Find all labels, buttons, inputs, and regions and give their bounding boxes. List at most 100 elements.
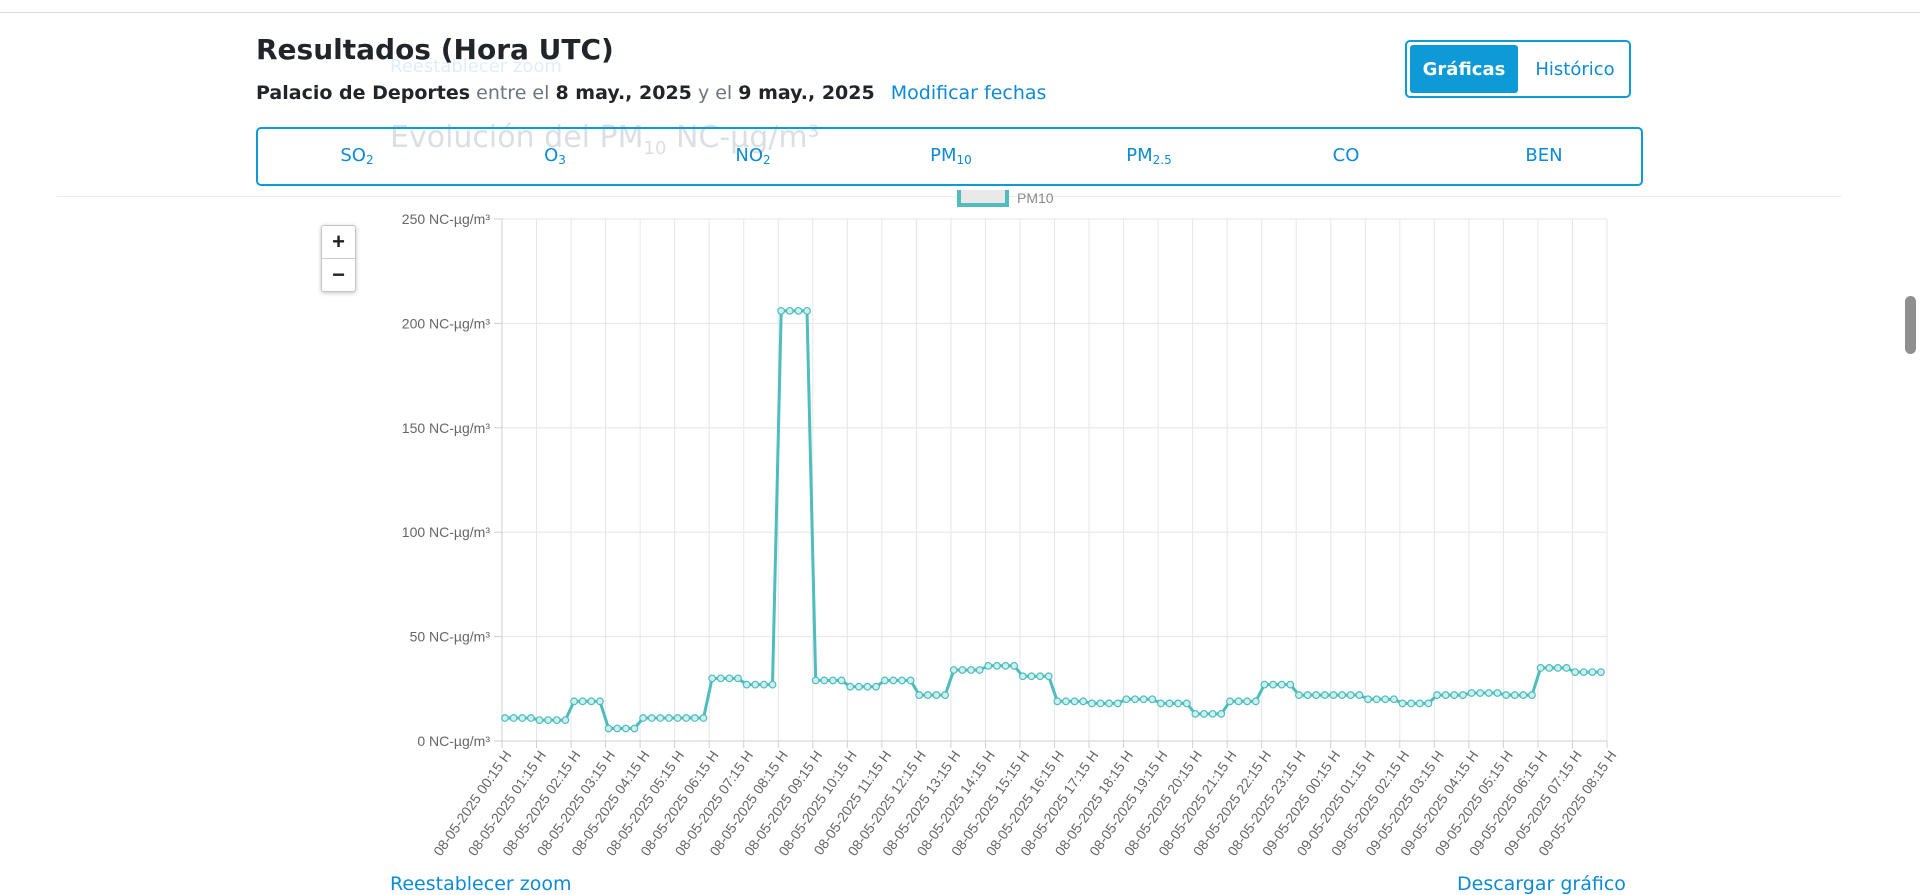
data-point [1528,691,1536,699]
data-point [665,714,673,722]
data-point [1398,699,1407,708]
data-point [846,682,855,691]
data-point [613,724,622,733]
data-point [1139,695,1148,704]
data-point [1389,695,1398,704]
data-point [1113,699,1122,708]
data-point [673,714,682,722]
pm10-line-chart[interactable]: 0 NC-µg/m³ 50 NC-µg/m³ 100 NC-µg/m³ 150 NC-… [0,0,1920,887]
data-point [1459,691,1467,699]
data-point [518,714,527,722]
data-point [561,716,570,725]
data-point [1027,672,1036,681]
data-point [1476,689,1485,697]
y-tick-label: 0 NC-µg/m³ [417,733,490,749]
scrollbar-thumb[interactable] [1905,296,1916,354]
data-point [1079,697,1088,706]
y-tick-label: 200 NC-µg/m³ [402,315,491,331]
reset-zoom-link[interactable]: Reestablecer zoom [390,873,571,895]
data-point [837,676,846,685]
data-point [1597,668,1605,676]
data-point [949,666,958,674]
data-point [1131,695,1139,704]
data-point [716,674,725,683]
data-point [1519,691,1528,699]
data-point [1174,699,1183,708]
data-point [1277,680,1286,689]
data-point [1044,672,1053,681]
data-point [501,714,509,722]
zoom-control: + − [321,225,356,292]
data-point [1070,697,1079,706]
data-point [829,676,837,685]
data-point [1562,664,1571,672]
data-point [1433,691,1441,699]
data-point [690,714,699,722]
data-point [1182,699,1191,708]
data-point [1303,691,1312,699]
data-point [509,714,518,722]
data-point [820,676,829,685]
data-point [898,676,906,685]
data-point [751,680,760,689]
data-point [1096,699,1105,708]
data-point [604,724,613,733]
data-point [1502,691,1510,699]
data-point [759,680,768,689]
data-point [1381,695,1390,704]
data-point [535,716,544,725]
data-point [544,716,553,725]
data-point [1364,695,1372,704]
zoom-in-button[interactable]: + [322,226,355,259]
data-point [682,714,691,722]
data-point [1441,691,1450,699]
zoom-out-button[interactable]: − [322,259,355,291]
data-point [1269,680,1277,689]
data-point [958,666,967,674]
data-point [803,306,811,315]
data-point [863,682,872,691]
data-point [699,714,708,722]
data-point [587,697,596,706]
data-point [1450,691,1459,699]
data-point [639,714,647,722]
data-point [1588,668,1597,676]
y-tick-label: 150 NC-µg/m³ [402,420,491,436]
data-point [1243,697,1252,706]
data-point [1226,697,1234,706]
data-point [1415,699,1424,708]
data-point [725,674,734,683]
data-point [1087,699,1096,708]
data-point [906,676,915,685]
data-point [1148,695,1157,704]
data-point [1338,691,1347,699]
data-point [621,724,630,733]
data-point [993,661,1001,670]
data-point [1424,699,1433,708]
data-point [1553,664,1562,672]
data-point [915,691,924,699]
data-point [1484,689,1493,697]
data-point [794,306,803,315]
data-point [932,691,941,699]
data-point [1122,695,1131,704]
data-point [1001,661,1010,670]
data-point [768,680,777,689]
data-point [1208,709,1217,718]
data-point [1571,668,1580,676]
data-point [1510,691,1519,699]
data-point [708,674,717,683]
data-point [570,697,578,706]
data-point [656,714,665,722]
data-point [1312,691,1321,699]
data-point [1062,697,1070,706]
data-point [975,666,984,674]
y-tick-label: 250 NC-µg/m³ [402,211,491,227]
data-point [647,714,656,722]
data-point [742,680,751,689]
data-point [1018,672,1027,681]
data-point [1346,691,1355,699]
data-point [1579,668,1588,676]
download-chart-link[interactable]: Descargar gráfico [1457,873,1626,895]
data-point [1295,691,1303,699]
